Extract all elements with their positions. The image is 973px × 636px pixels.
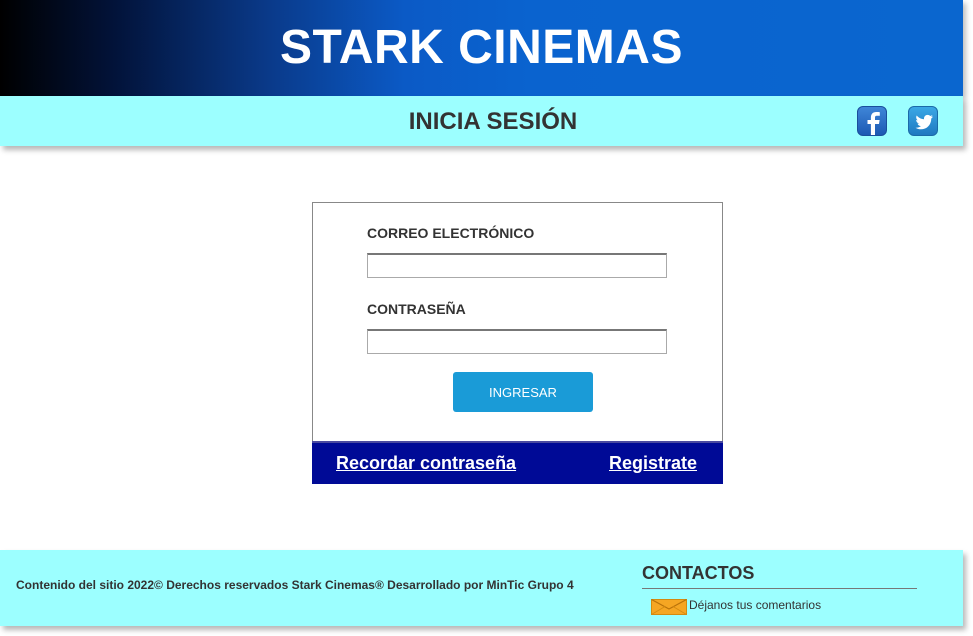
- page-title-bar: INICIA SESIÓN: [0, 96, 963, 146]
- login-button[interactable]: INGRESAR: [453, 372, 593, 412]
- copyright-text: Contenido del sitio 2022© Derechos reser…: [16, 578, 574, 592]
- contacts-divider: [642, 588, 917, 589]
- facebook-glyph: [867, 112, 880, 135]
- recover-password-link[interactable]: Recordar contraseña: [336, 453, 516, 474]
- register-link[interactable]: Registrate: [609, 453, 697, 474]
- login-links-bar: Recordar contraseña Registrate: [312, 441, 723, 484]
- password-label: CONTRASEÑA: [367, 301, 466, 317]
- comments-link[interactable]: Déjanos tus comentarios: [689, 598, 821, 612]
- email-field[interactable]: [367, 253, 667, 278]
- password-field[interactable]: [367, 329, 667, 354]
- page-title: INICIA SESIÓN: [408, 108, 578, 135]
- mail-icon[interactable]: [651, 599, 687, 615]
- brand-title: STARK CINEMAS: [280, 21, 683, 74]
- login-form: CORREO ELECTRÓNICO CONTRASEÑA INGRESAR R…: [312, 202, 723, 484]
- site-footer: Contenido del sitio 2022© Derechos reser…: [0, 550, 963, 626]
- contacts-heading: CONTACTOS: [642, 563, 755, 583]
- email-label: CORREO ELECTRÓNICO: [367, 225, 535, 241]
- site-header: STARK CINEMAS: [0, 0, 963, 96]
- twitter-glyph: [915, 114, 933, 130]
- facebook-icon[interactable]: [857, 106, 887, 136]
- twitter-icon[interactable]: [908, 106, 938, 136]
